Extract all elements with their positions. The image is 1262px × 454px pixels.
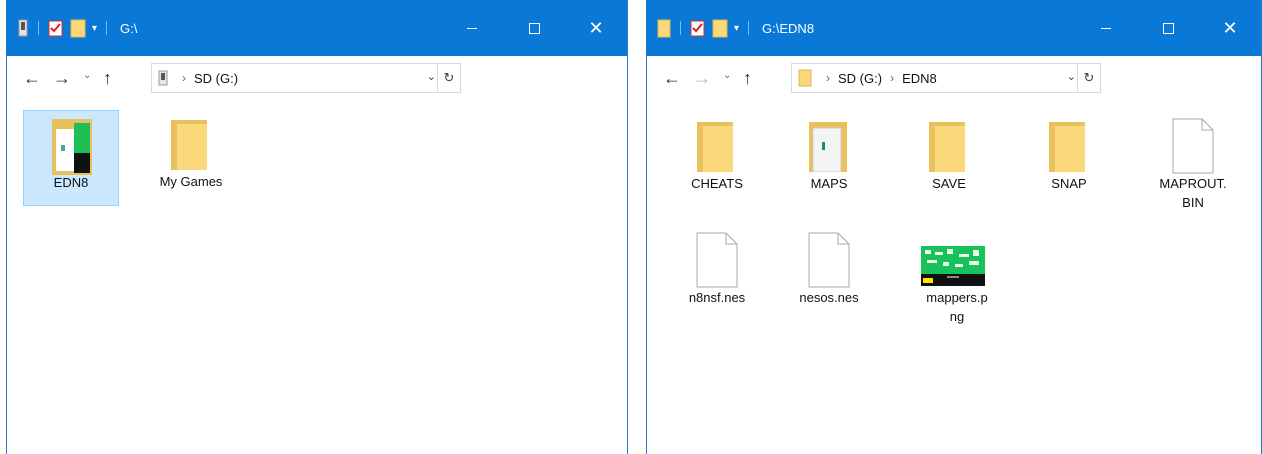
close-button[interactable]: ✕ — [565, 0, 627, 56]
address-bar[interactable]: › SD (G:) ⌄ ↻ — [151, 63, 461, 93]
separator — [106, 21, 108, 35]
properties-icon[interactable] — [48, 19, 64, 37]
separator — [680, 21, 681, 35]
breadcrumb-chevron-icon[interactable]: › — [826, 71, 830, 85]
minimize-icon — [1101, 27, 1111, 29]
list-item[interactable]: MAPS — [781, 112, 877, 193]
blank-file-icon — [696, 232, 738, 288]
address-bar[interactable]: › SD (G:) › EDN8 ⌄ ↻ — [791, 63, 1101, 93]
explorer-window-left: ▾ G:\ ✕ ← → ⌄ ↑ › SD (G:) ⌄ ↻ EDN8 My Ga… — [6, 0, 628, 454]
blank-file-icon — [1172, 118, 1214, 174]
breadcrumb-chevron-icon[interactable]: › — [182, 71, 186, 85]
navigation-bar: ← → ⌄ ↑ › SD (G:) › EDN8 ⌄ ↻ — [647, 56, 1261, 102]
forward-arrow-icon[interactable]: → — [53, 68, 71, 88]
blank-file-icon — [808, 232, 850, 288]
title-bar[interactable]: ▾ G:\ ✕ — [7, 0, 627, 56]
refresh-icon[interactable]: ↻ — [1077, 64, 1100, 92]
explorer-window-right: ▾ G:\EDN8 ✕ ← → ⌄ ↑ › SD (G:) › EDN8 ⌄ ↻… — [646, 0, 1262, 454]
list-item[interactable]: SNAP — [1021, 112, 1117, 193]
item-label: ng — [949, 309, 965, 324]
address-dropdown-icon[interactable]: ⌄ — [1067, 70, 1076, 83]
item-label: MAPS — [810, 176, 848, 191]
image-thumbnail-icon — [921, 246, 985, 286]
maximize-icon — [1162, 22, 1174, 34]
back-arrow-icon[interactable]: ← — [663, 68, 681, 88]
maximize-icon — [528, 22, 540, 34]
forward-arrow-icon[interactable]: → — [693, 68, 711, 88]
address-dropdown-icon[interactable]: ⌄ — [427, 70, 436, 83]
refresh-icon[interactable]: ↻ — [437, 64, 460, 92]
customize-toolbar-dropdown-icon[interactable]: ▾ — [734, 23, 739, 34]
item-label: SNAP — [1051, 176, 1087, 191]
customize-toolbar-dropdown-icon[interactable]: ▾ — [92, 23, 97, 34]
list-item[interactable]: CHEATS — [669, 112, 765, 193]
separator — [748, 21, 750, 35]
list-item[interactable]: n8nsf.nes — [669, 226, 765, 307]
navigation-bar: ← → ⌄ ↑ › SD (G:) ⌄ ↻ — [7, 56, 627, 102]
up-arrow-icon[interactable]: ↑ — [103, 68, 112, 88]
folder-icon — [171, 120, 207, 170]
close-button[interactable]: ✕ — [1199, 0, 1261, 56]
back-arrow-icon[interactable]: ← — [23, 68, 41, 88]
item-label: BIN — [1182, 195, 1204, 210]
breadcrumb-drive[interactable]: SD (G:) — [838, 71, 882, 86]
new-folder-icon[interactable] — [712, 18, 728, 38]
folder-icon — [798, 69, 812, 87]
item-label: nesos.nes — [799, 290, 859, 305]
item-label: CHEATS — [691, 176, 743, 191]
item-label: mappers.p — [926, 290, 988, 305]
title-bar[interactable]: ▾ G:\EDN8 ✕ — [647, 0, 1261, 56]
item-label: EDN8 — [53, 175, 89, 190]
minimize-button[interactable] — [1075, 0, 1137, 56]
up-arrow-icon[interactable]: ↑ — [743, 68, 752, 88]
folder-with-image-icon — [809, 122, 847, 172]
item-label: My Games — [159, 174, 223, 189]
list-item[interactable]: EDN8 — [23, 110, 119, 206]
new-folder-icon[interactable] — [70, 18, 86, 38]
item-label: MAPROUT. — [1159, 176, 1227, 191]
close-icon: ✕ — [588, 18, 604, 38]
folder-icon — [1049, 122, 1085, 172]
close-icon: ✕ — [1222, 18, 1238, 38]
drive-icon — [18, 19, 28, 37]
maximize-button[interactable] — [1137, 0, 1199, 56]
minimize-button[interactable] — [441, 0, 503, 56]
minimize-icon — [467, 27, 477, 29]
properties-icon[interactable] — [690, 19, 706, 37]
quick-access-toolbar: ▾ G:\ — [17, 0, 137, 56]
folder-icon — [929, 122, 965, 172]
window-title: G:\EDN8 — [762, 20, 815, 36]
list-item[interactable]: SAVE — [901, 112, 997, 193]
window-title: G:\ — [120, 20, 138, 36]
window-controls: ✕ — [441, 0, 627, 56]
breadcrumb-drive[interactable]: SD (G:) — [194, 71, 238, 86]
item-label: SAVE — [932, 176, 966, 191]
list-item[interactable]: mappers.p ng — [909, 226, 1005, 326]
item-label: n8nsf.nes — [688, 290, 746, 305]
folder-icon — [657, 19, 671, 38]
list-item[interactable]: nesos.nes — [781, 226, 877, 307]
window-controls: ✕ — [1075, 0, 1261, 56]
folder-with-image-icon — [52, 119, 92, 175]
recent-locations-chevron-icon[interactable]: ⌄ — [723, 70, 731, 81]
drive-icon — [158, 70, 168, 86]
quick-access-toolbar: ▾ G:\EDN8 — [657, 0, 814, 56]
list-item[interactable]: MAPROUT. BIN — [1145, 112, 1241, 212]
breadcrumb-folder[interactable]: EDN8 — [902, 71, 937, 86]
list-item[interactable]: My Games — [143, 110, 239, 206]
maximize-button[interactable] — [503, 0, 565, 56]
folder-icon — [697, 122, 733, 172]
recent-locations-chevron-icon[interactable]: ⌄ — [83, 70, 91, 81]
breadcrumb-chevron-icon[interactable]: › — [890, 71, 894, 85]
separator — [38, 21, 39, 35]
